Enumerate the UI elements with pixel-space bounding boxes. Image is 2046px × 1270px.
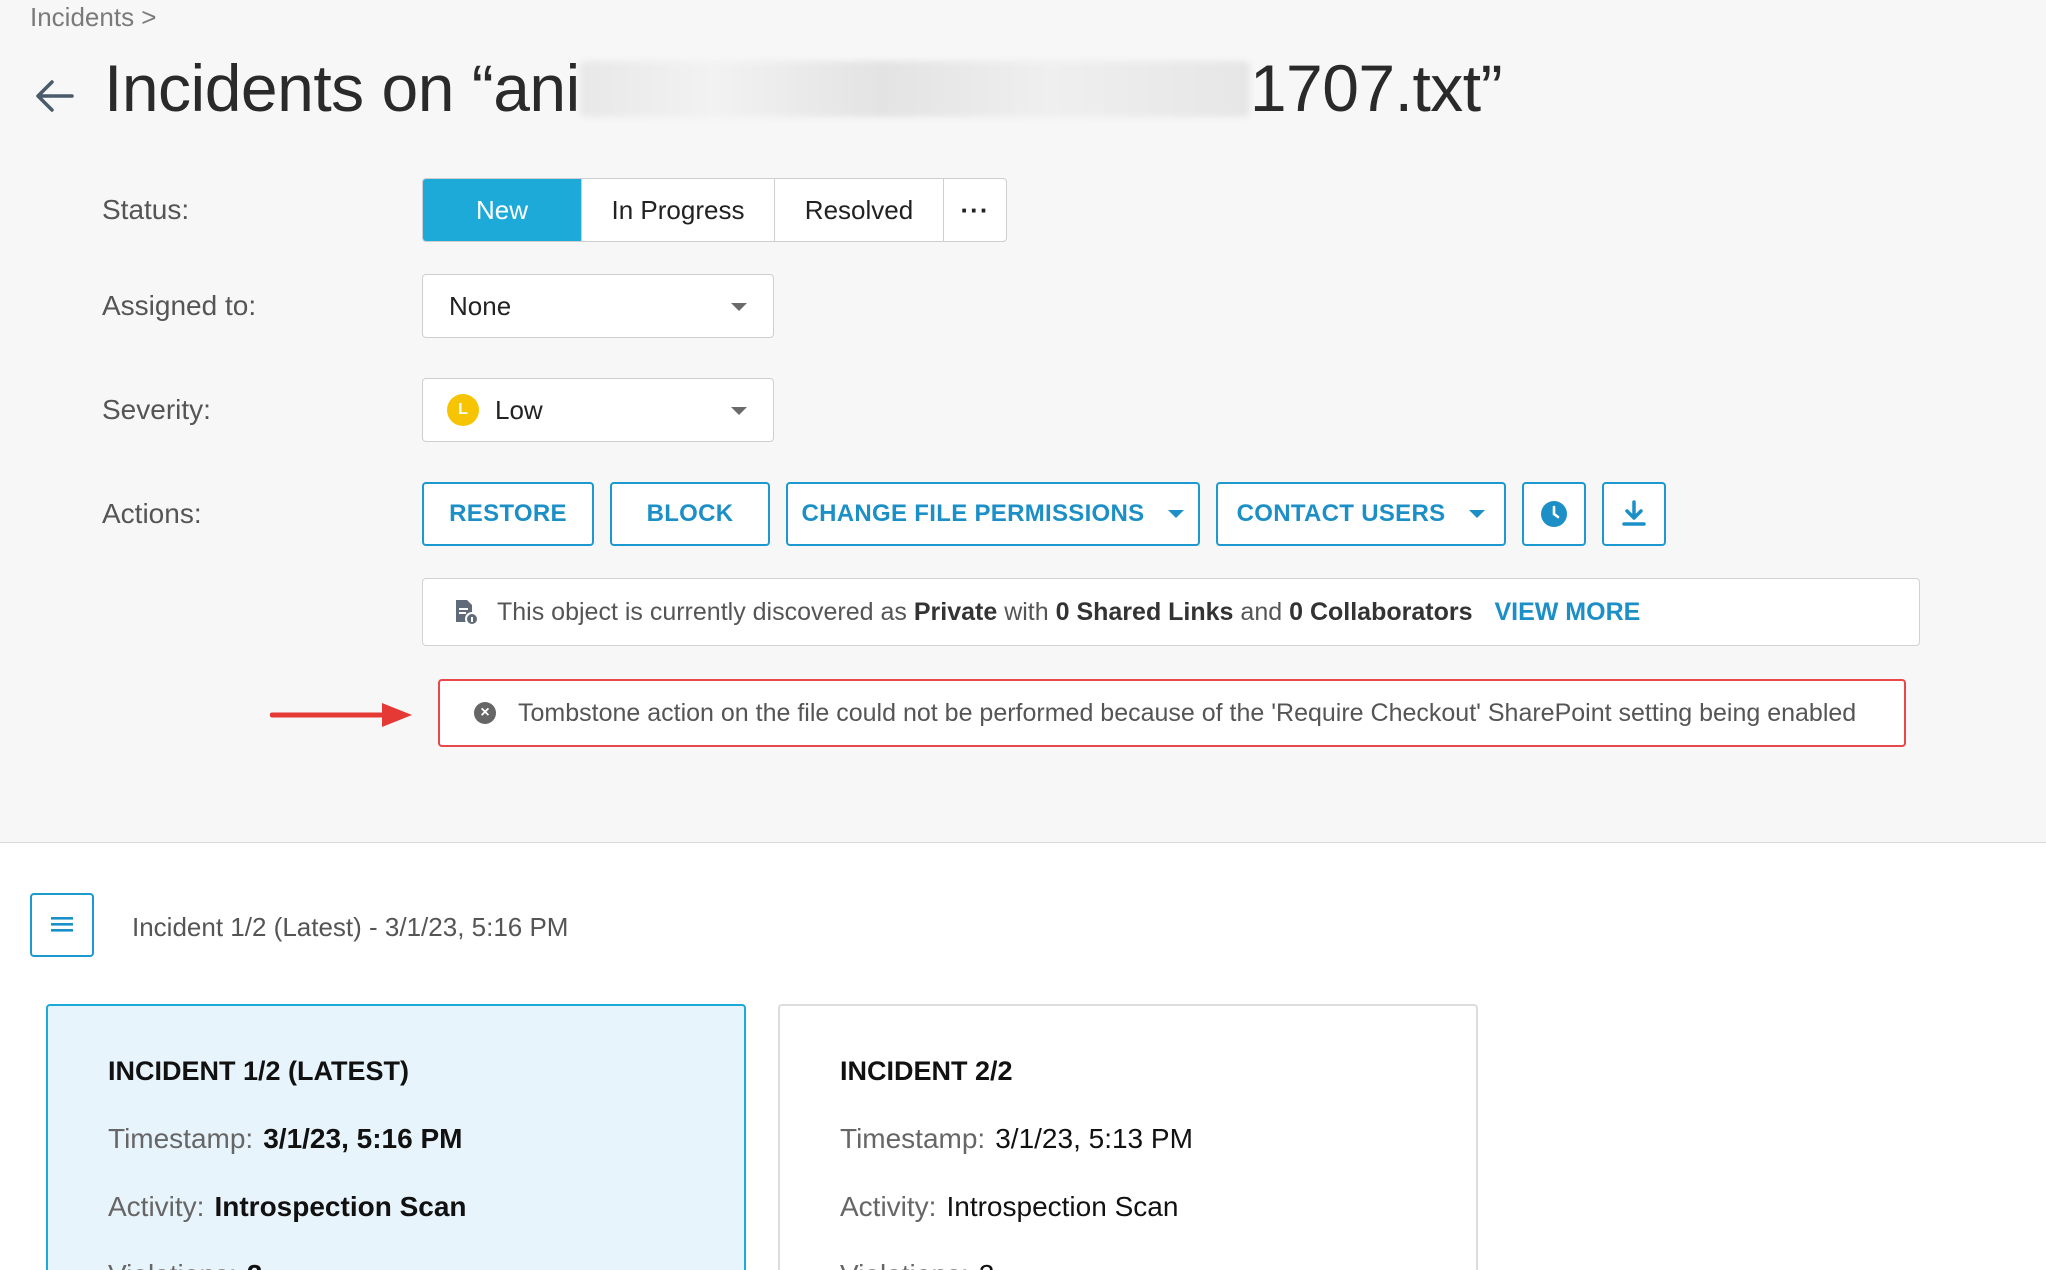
- info-text-3: and: [1240, 597, 1283, 626]
- assigned-to-value: None: [449, 290, 512, 321]
- contact-users-label: CONTACT USERS: [1236, 500, 1446, 527]
- timestamp-row: Timestamp: 3/1/23, 5:13 PM: [840, 1123, 1476, 1155]
- change-file-permissions-label: CHANGE FILE PERMISSIONS: [801, 500, 1145, 527]
- activity-label: Activity:: [108, 1191, 205, 1222]
- incident-card-title: INCIDENT 2/2: [840, 1056, 1013, 1086]
- contact-users-button[interactable]: CONTACT USERS: [1216, 482, 1506, 546]
- incident-header-text: Incident 1/2 (Latest) - 3/1/23, 5:16 PM: [132, 912, 569, 942]
- severity-label: Severity:: [102, 394, 211, 425]
- activity-row: Activity: Introspection Scan: [840, 1191, 1476, 1223]
- violations-label: Violations:: [108, 1259, 237, 1270]
- incident-card-2[interactable]: INCIDENT 2/2 Timestamp: 3/1/23, 5:13 PM A…: [778, 1004, 1478, 1270]
- chevron-down-icon: [1168, 510, 1185, 518]
- status-more-button[interactable]: ···: [944, 179, 1006, 241]
- block-button-label: BLOCK: [646, 500, 734, 527]
- timestamp-row: Timestamp: 3/1/23, 5:16 PM: [108, 1123, 744, 1155]
- violations-value: 2: [979, 1259, 995, 1270]
- activity-label: Activity:: [840, 1191, 937, 1222]
- assigned-label: Assigned to:: [102, 290, 257, 321]
- error-x-icon: ×: [474, 702, 496, 724]
- block-button[interactable]: BLOCK: [610, 482, 770, 546]
- violations-label: Violations:: [840, 1259, 969, 1270]
- chevron-down-icon: [731, 407, 747, 415]
- timestamp-value: 3/1/23, 5:16 PM: [263, 1123, 463, 1154]
- page-title: Incidents on “ani 1707.txt”: [104, 50, 1503, 126]
- violations-row: Violations: 2: [108, 1259, 744, 1270]
- activity-value: Introspection Scan: [946, 1191, 1179, 1222]
- change-file-permissions-button[interactable]: CHANGE FILE PERMISSIONS: [786, 482, 1200, 546]
- severity-badge-icon: L: [447, 394, 479, 426]
- chevron-down-icon: [731, 303, 747, 311]
- view-more-link[interactable]: VIEW MORE: [1494, 598, 1640, 627]
- breadcrumb[interactable]: Incidents >: [30, 2, 156, 33]
- info-text-1: This object is currently discovered as: [497, 597, 907, 626]
- status-toggle-group: New In Progress Resolved ···: [422, 178, 1007, 242]
- info-visibility: Private: [913, 597, 998, 626]
- list-icon: [51, 917, 73, 932]
- restore-button-label: RESTORE: [449, 500, 567, 527]
- info-text-2: with: [1004, 597, 1049, 626]
- incident-card-title: INCIDENT 1/2 (LATEST): [108, 1056, 410, 1086]
- back-arrow-icon[interactable]: [32, 74, 76, 118]
- clock-icon: [1541, 501, 1567, 527]
- violations-value: 2: [247, 1259, 263, 1270]
- restore-button[interactable]: RESTORE: [422, 482, 594, 546]
- severity-value: Low: [495, 394, 543, 425]
- redacted-filename: [579, 61, 1250, 117]
- activity-value: Introspection Scan: [214, 1191, 467, 1222]
- activity-row: Activity: Introspection Scan: [108, 1191, 744, 1223]
- document-info-icon: [456, 600, 479, 626]
- timestamp-value: 3/1/23, 5:13 PM: [995, 1123, 1193, 1154]
- history-button[interactable]: [1522, 482, 1586, 546]
- incident-card-1[interactable]: INCIDENT 1/2 (LATEST) Timestamp: 3/1/23, …: [46, 1004, 746, 1270]
- timestamp-label: Timestamp:: [840, 1123, 986, 1154]
- severity-select[interactable]: L Low: [422, 378, 774, 442]
- actions-label: Actions:: [102, 498, 202, 529]
- download-button[interactable]: [1602, 482, 1666, 546]
- error-alert: × Tombstone action on the file could not…: [438, 679, 1906, 747]
- exposure-info-bar: This object is currently discovered as P…: [422, 578, 1920, 646]
- page-title-suffix: 1707.txt”: [1249, 51, 1503, 125]
- info-shared-links: 0 Shared Links: [1055, 597, 1234, 626]
- status-new-button[interactable]: New: [423, 179, 582, 241]
- timestamp-label: Timestamp:: [108, 1123, 254, 1154]
- red-arrow-annotation-icon: [270, 703, 412, 727]
- chevron-down-icon: [1469, 510, 1486, 518]
- page-title-prefix: Incidents on “ani: [104, 51, 580, 125]
- incident-header-panel: Incidents > Incidents on “ani 1707.txt” S…: [0, 0, 2046, 843]
- info-collaborators: 0 Collaborators: [1289, 597, 1473, 626]
- incident-list-button[interactable]: [30, 893, 94, 957]
- status-in-progress-button[interactable]: In Progress: [582, 179, 775, 241]
- status-resolved-button[interactable]: Resolved: [775, 179, 944, 241]
- assigned-to-select[interactable]: None: [422, 274, 774, 338]
- error-message: Tombstone action on the file could not b…: [518, 698, 1857, 727]
- status-label: Status:: [102, 194, 190, 225]
- violations-row: Violations: 2: [840, 1259, 1476, 1270]
- download-icon: [1622, 500, 1646, 526]
